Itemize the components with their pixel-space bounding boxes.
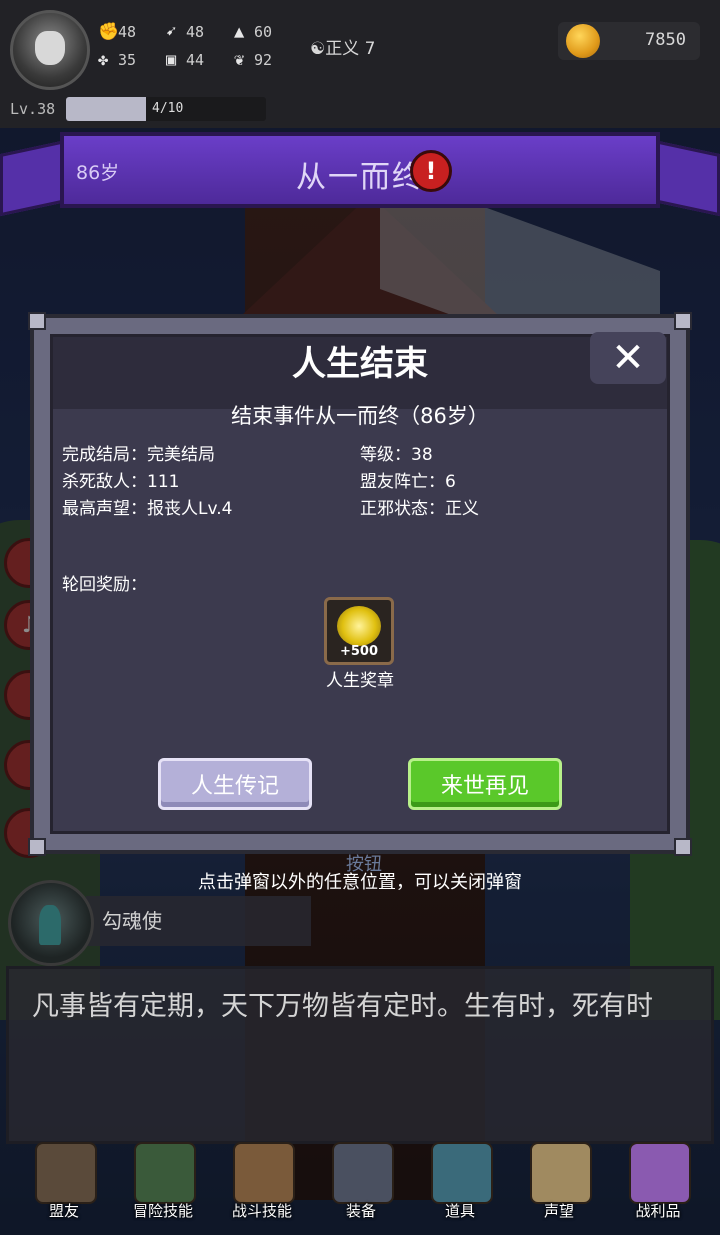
- info-alignment: 正邪状态：正义: [360, 499, 479, 519]
- nav-combat-skills[interactable]: 战斗技能: [225, 1138, 299, 1235]
- wizard-hat-icon: ▲: [234, 22, 245, 42]
- dialog-corner: [28, 838, 46, 856]
- nav-items[interactable]: 道具: [423, 1138, 497, 1235]
- reward-name: 人生奖章: [326, 671, 394, 691]
- info-kills: 杀死敌人：111: [62, 472, 180, 492]
- fist-icon: ✊: [98, 22, 120, 42]
- nav-adventure-skills[interactable]: 冒险技能: [126, 1138, 200, 1235]
- reward-item[interactable]: +500: [324, 597, 394, 665]
- info-ending: 完成结局：完美结局: [62, 445, 215, 465]
- npc-name: 勾魂使: [102, 909, 162, 933]
- status-bar: ✊48 ➹ 48 ▲ 60 ✤ 35 ▣ 44 ❦ 92 ☯正义 7 7850 Lv.38…: [0, 0, 720, 128]
- book-icon: [134, 1142, 196, 1204]
- scroll-icon: [530, 1142, 592, 1204]
- biography-button[interactable]: 人生传记: [158, 758, 312, 810]
- amulet-icon: [431, 1142, 493, 1204]
- reward-label: 轮回奖励：: [62, 575, 147, 595]
- yin-yang-icon: ☯: [310, 39, 326, 59]
- stat-strength: ✊48: [98, 22, 137, 42]
- player-avatar[interactable]: [10, 10, 90, 90]
- boot-icon: ➹: [166, 22, 177, 42]
- stat-agility: ➹ 48: [166, 22, 205, 42]
- stat-defense: ▣ 44: [166, 50, 205, 70]
- close-hint: 点击弹窗以外的任意位置，可以关闭弹窗: [198, 872, 522, 893]
- stat-vitality: ❦ 92: [234, 50, 273, 70]
- treasure-chest-icon: [629, 1142, 691, 1204]
- info-reputation: 最高声望：报丧人Lv.4: [62, 499, 233, 519]
- stat-luck: ✤ 35: [98, 50, 137, 70]
- player-level: Lv.38: [10, 100, 56, 118]
- close-button[interactable]: ✕: [590, 332, 666, 384]
- medal-icon: [337, 606, 381, 646]
- nav-reputation[interactable]: 声望: [522, 1138, 596, 1235]
- armor-icon: ▣: [166, 50, 177, 70]
- avatar-face: [35, 31, 65, 65]
- bottom-nav: 盟友 冒险技能 战斗技能 装备 道具 声望 战利品: [0, 1138, 720, 1235]
- end-event-text: 结束事件从一而终（86岁）: [231, 404, 489, 428]
- handshake-icon: [35, 1142, 97, 1204]
- dialog-corner: [28, 312, 46, 330]
- reaper-figure: [39, 905, 61, 945]
- nav-loot[interactable]: 战利品: [621, 1138, 695, 1235]
- dialog-corner: [674, 838, 692, 856]
- close-icon: ✕: [611, 335, 645, 381]
- xp-text: 4/10: [152, 101, 184, 116]
- xp-fill: [66, 97, 146, 121]
- info-level: 等级：38: [360, 445, 433, 465]
- gold-coin-icon: [566, 24, 600, 58]
- dialogue-text: 凡事皆有定期，天下万物皆有定时。生有时，死有时: [32, 991, 653, 1022]
- xp-bar: 4/10: [66, 97, 266, 121]
- clover-icon: ✤: [98, 50, 109, 70]
- dialog-corner: [674, 312, 692, 330]
- gold-value: 7850: [645, 30, 686, 50]
- crossed-swords-icon: [332, 1142, 394, 1204]
- npc-avatar[interactable]: [8, 880, 94, 966]
- next-life-button[interactable]: 来世再见: [408, 758, 562, 810]
- sprout-icon: ❦: [234, 50, 245, 70]
- justice-status: ☯正义 7: [310, 39, 376, 59]
- warning-icon[interactable]: !: [410, 150, 452, 192]
- backpack-icon: [233, 1142, 295, 1204]
- reward-amount: +500: [339, 644, 379, 659]
- info-allies-lost: 盟友阵亡：6: [360, 472, 456, 492]
- stat-magic: ▲ 60: [234, 22, 273, 42]
- nav-equipment[interactable]: 装备: [324, 1138, 398, 1235]
- nav-allies[interactable]: 盟友: [27, 1138, 101, 1235]
- gold-counter: 7850: [558, 22, 700, 60]
- banner-title: 从一而终: [296, 160, 424, 195]
